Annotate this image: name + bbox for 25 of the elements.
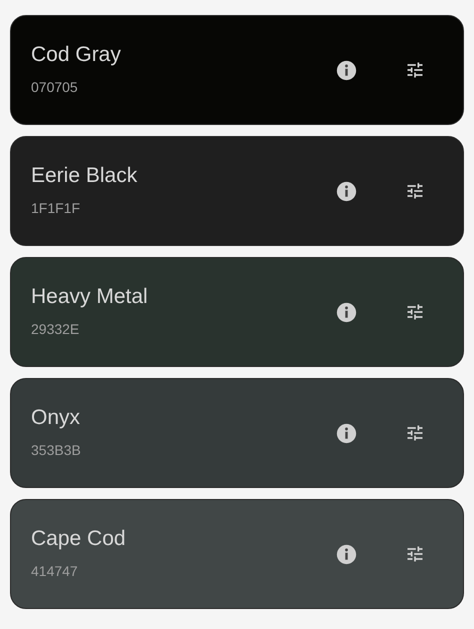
hex-code: 353B3B	[31, 441, 81, 460]
settings-icon	[405, 181, 425, 201]
settings-icon	[405, 302, 425, 322]
info-button[interactable]	[334, 542, 358, 566]
info-button[interactable]	[334, 300, 358, 324]
hex-code: 070705	[31, 78, 78, 98]
info-icon	[336, 544, 356, 564]
info-button[interactable]	[334, 179, 358, 203]
settings-icon	[405, 60, 425, 80]
settings-icon	[405, 544, 425, 564]
info-icon	[336, 302, 356, 322]
info-icon	[336, 60, 356, 80]
color-name: Cod Gray	[31, 42, 121, 68]
color-name: Onyx	[31, 404, 80, 430]
color-name: Heavy Metal	[31, 284, 148, 310]
hex-code: 1F1F1F	[31, 199, 80, 218]
color-name: Eerie Black	[31, 162, 138, 188]
hex-code: 414747	[31, 562, 78, 582]
info-icon	[336, 180, 356, 202]
info-icon	[336, 422, 356, 444]
color-name: Cape Cod	[31, 526, 126, 552]
hex-code: 29332E	[31, 320, 80, 340]
info-button[interactable]	[334, 421, 358, 445]
info-button[interactable]	[334, 58, 358, 82]
settings-icon	[405, 423, 425, 443]
